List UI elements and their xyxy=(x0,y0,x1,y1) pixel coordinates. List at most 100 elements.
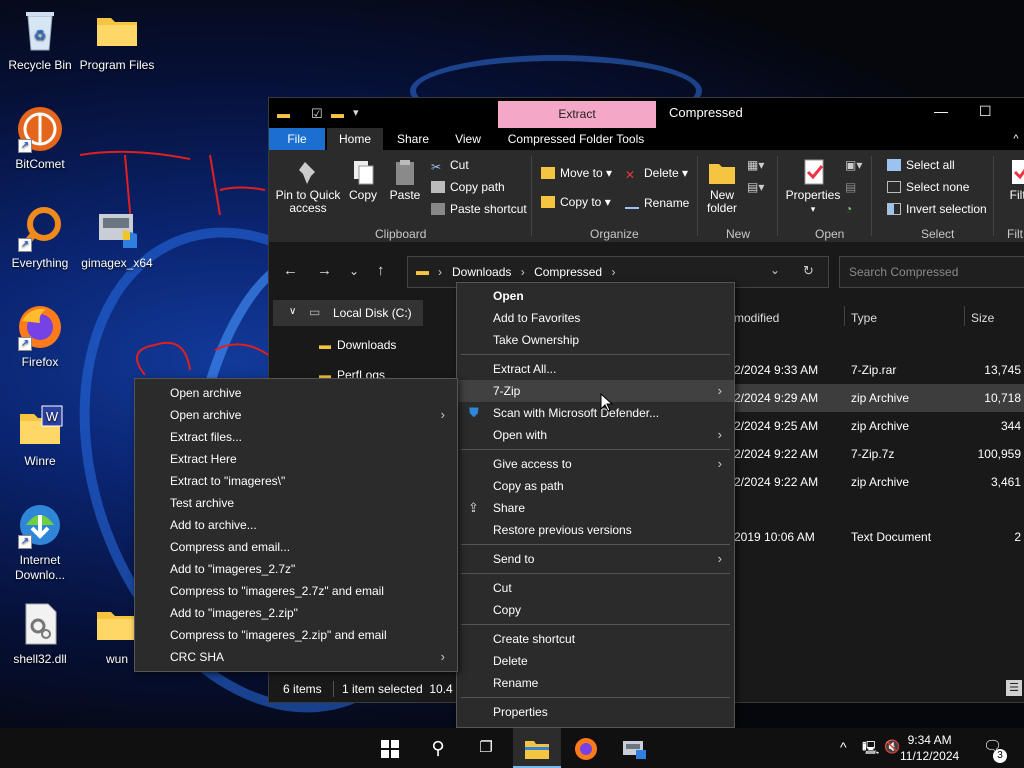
menu-item-copy[interactable]: Copy xyxy=(457,599,734,621)
up-arrow-icon[interactable]: ↑ xyxy=(377,262,385,279)
desktop-icon-everything[interactable]: ↗ Everything xyxy=(0,204,80,271)
edit-icon[interactable]: ▤ xyxy=(845,180,856,194)
menu-item-add-to-archive[interactable]: Add to archive... xyxy=(135,514,457,536)
menu-item-add-to-favorites[interactable]: Add to Favorites xyxy=(457,307,734,329)
title-bar[interactable]: ▬ ☑ ▬ ▾ Extract Compressed — ☐ xyxy=(269,98,1024,128)
recent-locations-chevron-icon[interactable]: ⌄ xyxy=(349,264,359,278)
tab-file[interactable]: File xyxy=(269,128,325,150)
maximize-icon[interactable]: ☐ xyxy=(979,103,992,120)
menu-item-add-to-zip[interactable]: Add to "imageres_2.zip" xyxy=(135,602,457,624)
collapse-ribbon-icon[interactable]: ^ xyxy=(1009,128,1023,150)
search-input[interactable]: Search Compressed xyxy=(839,256,1024,288)
filter-button[interactable]: Filte xyxy=(1001,158,1024,202)
tab-home[interactable]: Home xyxy=(327,128,383,150)
new-item-icon[interactable]: ▦▾ xyxy=(747,158,764,172)
paste-button[interactable]: Paste xyxy=(387,158,423,202)
menu-item-cut[interactable]: Cut xyxy=(457,577,734,599)
new-folder-quick-icon[interactable]: ▬ xyxy=(331,106,344,121)
menu-item-open-archive[interactable]: Open archive xyxy=(135,382,457,404)
menu-item-compress-and-email[interactable]: Compress and email... xyxy=(135,536,457,558)
desktop-icon-internet-download-manager[interactable]: ↗ Internet Downlo... xyxy=(0,501,80,583)
show-hidden-icons-chevron-icon[interactable]: ^ xyxy=(840,739,847,755)
menu-item-create-shortcut[interactable]: Create shortcut xyxy=(457,628,734,650)
select-none-button[interactable]: Select none xyxy=(887,180,969,194)
pin-to-quick-access-button[interactable]: Pin to Quick access xyxy=(275,158,341,215)
column-header-type[interactable]: Type xyxy=(851,311,877,325)
desktop-icon-bitcomet[interactable]: ↗ BitComet xyxy=(0,105,80,172)
menu-item-delete[interactable]: Delete xyxy=(457,650,734,672)
rename-button[interactable]: Rename xyxy=(625,195,689,210)
menu-item-open-with[interactable]: Open with › xyxy=(457,424,734,446)
start-windows-icon[interactable] xyxy=(366,728,414,768)
desktop-icon-program-files[interactable]: Program Files xyxy=(77,6,157,73)
minimize-icon[interactable]: — xyxy=(934,103,948,119)
chevron-down-icon[interactable]: ∨ xyxy=(289,306,296,317)
breadcrumb-downloads[interactable]: Downloads xyxy=(452,265,511,279)
nav-item-perflogs[interactable]: ▬ PerfLogs xyxy=(319,368,385,378)
copy-path-button[interactable]: Copy path xyxy=(431,180,505,194)
menu-item-restore-previous-versions[interactable]: Restore previous versions xyxy=(457,519,734,541)
menu-item-share[interactable]: ⇪ Share xyxy=(457,497,734,519)
cut-button[interactable]: ✂ Cut xyxy=(431,158,469,174)
desktop-icon-gimagex[interactable]: gimagex_x64 xyxy=(77,204,157,271)
tab-compressed-folder-tools[interactable]: Compressed Folder Tools xyxy=(501,128,651,150)
menu-item-copy-as-path[interactable]: Copy as path xyxy=(457,475,734,497)
menu-item-rename[interactable]: Rename xyxy=(457,672,734,694)
desktop-icon-recycle-bin[interactable]: ♻ Recycle Bin xyxy=(0,6,80,73)
menu-item-open[interactable]: Open xyxy=(457,285,734,307)
network-icon[interactable]: 🖳 xyxy=(862,739,879,761)
menu-item-give-access[interactable]: Give access to › xyxy=(457,453,734,475)
column-header-modified[interactable]: modified xyxy=(734,311,779,325)
desktop-icon-shell32[interactable]: shell32.dll xyxy=(0,600,80,667)
menu-item-open-archive-submenu[interactable]: Open archive › xyxy=(135,404,457,426)
file-explorer-taskbar-icon[interactable] xyxy=(513,728,561,768)
nav-item-local-disk[interactable]: ∨ ▭ Local Disk (C:) xyxy=(273,300,423,326)
volume-muted-icon[interactable]: 🔇 xyxy=(884,739,900,755)
menu-item-7zip[interactable]: 7-Zip › xyxy=(457,380,734,402)
menu-item-compress-7z-email[interactable]: Compress to "imageres_2.7z" and email xyxy=(135,580,457,602)
address-dropdown-icon[interactable]: ⌄ xyxy=(770,263,780,277)
forward-arrow-icon[interactable]: → xyxy=(317,262,332,279)
details-view-icon[interactable]: ☰ xyxy=(1006,680,1022,696)
search-icon[interactable]: ⚲ xyxy=(414,728,462,768)
menu-item-scan-defender[interactable]: ⛊ Scan with Microsoft Defender... xyxy=(457,402,734,424)
new-folder-button[interactable]: New folder xyxy=(701,158,743,215)
move-to-button[interactable]: Move to ▾ xyxy=(541,166,612,180)
copy-to-button[interactable]: Copy to ▾ xyxy=(541,195,611,209)
tab-view[interactable]: View xyxy=(445,128,491,150)
select-all-button[interactable]: Select all xyxy=(887,158,955,172)
gimagex-taskbar-icon[interactable] xyxy=(610,728,658,768)
menu-item-test-archive[interactable]: Test archive xyxy=(135,492,457,514)
menu-item-compress-zip-email[interactable]: Compress to "imageres_2.zip" and email xyxy=(135,624,457,646)
invert-selection-button[interactable]: Invert selection xyxy=(887,202,987,216)
desktop-icon-winre[interactable]: W Winre xyxy=(0,402,80,469)
open-icon[interactable]: ▣▾ xyxy=(845,158,862,172)
easy-access-icon[interactable]: ▤▾ xyxy=(747,180,764,194)
column-header-size[interactable]: Size xyxy=(971,311,994,325)
menu-item-add-to-7z[interactable]: Add to "imageres_2.7z" xyxy=(135,558,457,580)
contextual-tab-extract[interactable]: Extract xyxy=(498,101,656,128)
menu-item-extract-to-folder[interactable]: Extract to "imageres\" xyxy=(135,470,457,492)
customize-quick-access-icon[interactable]: ▾ xyxy=(353,106,359,119)
back-arrow-icon[interactable]: ← xyxy=(283,262,298,279)
menu-item-extract-files[interactable]: Extract files... xyxy=(135,426,457,448)
paste-shortcut-button[interactable]: Paste shortcut xyxy=(431,202,527,216)
system-clock[interactable]: 9:34 AM 11/12/2024 xyxy=(900,732,959,764)
history-icon[interactable]: ◔ xyxy=(845,202,852,216)
task-view-icon[interactable]: ❐ xyxy=(462,728,510,768)
delete-button[interactable]: ✕ Delete ▾ xyxy=(625,166,688,182)
tab-share[interactable]: Share xyxy=(387,128,439,150)
breadcrumb-compressed[interactable]: Compressed xyxy=(534,265,602,279)
desktop-icon-firefox[interactable]: ↗ Firefox xyxy=(0,303,80,370)
properties-quick-icon[interactable]: ☑ xyxy=(311,106,323,122)
menu-item-crc-sha[interactable]: CRC SHA › xyxy=(135,646,457,668)
copy-button[interactable]: Copy xyxy=(345,158,381,202)
menu-item-extract-all[interactable]: Extract All... xyxy=(457,358,734,380)
properties-button[interactable]: Properties ▾ xyxy=(783,158,843,216)
menu-item-extract-here[interactable]: Extract Here xyxy=(135,448,457,470)
nav-item-downloads[interactable]: ▬ Downloads xyxy=(319,338,396,352)
menu-item-send-to[interactable]: Send to › xyxy=(457,548,734,570)
firefox-taskbar-icon[interactable] xyxy=(562,728,610,768)
menu-item-take-ownership[interactable]: Take Ownership xyxy=(457,329,734,351)
menu-item-properties[interactable]: Properties xyxy=(457,701,734,723)
